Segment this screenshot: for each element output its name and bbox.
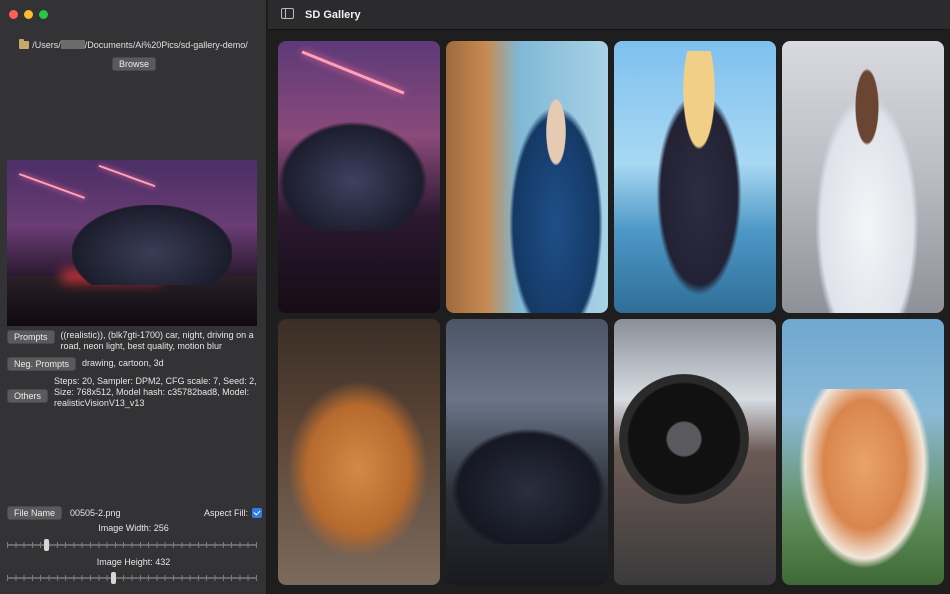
gallery-image-car-neon[interactable] — [278, 41, 440, 313]
car — [72, 205, 232, 285]
gallery-image-car-wheel[interactable] — [614, 319, 776, 585]
sidebar: /Users/ /Documents/Ai%20Pics/sd-gallery-d… — [0, 0, 267, 594]
gallery-image-orange-kitten[interactable] — [278, 319, 440, 585]
image-width-slider[interactable] — [7, 539, 257, 551]
neg-prompts-text: drawing, cartoon, 3d — [82, 358, 164, 368]
sidebar-toggle-icon[interactable] — [281, 8, 294, 19]
image-width-label: Image Width: 256 — [98, 523, 169, 533]
gallery-image-car-dark[interactable] — [446, 319, 608, 585]
neon-streak — [18, 173, 86, 199]
others-button[interactable]: Others — [7, 389, 49, 403]
close-window-button[interactable] — [9, 10, 18, 19]
others-row: Others Steps: 20, Sampler: DPM2, CFG sca… — [7, 376, 262, 409]
prompts-button[interactable]: Prompts — [7, 330, 55, 344]
prompts-text: ((realistic)), (blk7gti-1700) car, night… — [60, 330, 254, 351]
neg-prompts-button[interactable]: Neg. Prompts — [7, 357, 77, 371]
aspect-fill-label: Aspect Fill: — [203, 508, 248, 518]
gallery-image-kitten-garden[interactable] — [782, 319, 944, 585]
prompts-row: Prompts ((realistic)), (blk7gti-1700) ca… — [7, 330, 262, 352]
path-suffix: /Documents/Ai%20Pics/sd-gallery-demo/ — [84, 40, 248, 50]
app-title: SD Gallery — [305, 9, 361, 21]
others-text: Steps: 20, Sampler: DPM2, CFG scale: 7, … — [54, 376, 257, 408]
slider-ticks — [7, 575, 257, 581]
gallery-image-anime-girl[interactable] — [614, 41, 776, 313]
image-height-label: Image Height: 432 — [96, 557, 171, 567]
path-prefix: /Users/ — [32, 40, 61, 50]
title-bar: SD Gallery — [268, 0, 950, 30]
minimize-window-button[interactable] — [24, 10, 33, 19]
image-height-slider[interactable] — [7, 572, 257, 584]
zoom-window-button[interactable] — [39, 10, 48, 19]
neon-streak — [98, 164, 156, 188]
neg-prompts-row: Neg. Prompts drawing, cartoon, 3d — [7, 357, 262, 371]
gallery-image-woman-dress[interactable] — [782, 41, 944, 313]
slider-thumb[interactable] — [111, 572, 116, 584]
browse-button[interactable]: Browse — [112, 57, 157, 71]
folder-icon — [19, 39, 30, 49]
file-name-button[interactable]: File Name — [7, 506, 63, 520]
aspect-fill: Aspect Fill: — [204, 508, 262, 518]
file-name-value: 00505-2.png — [70, 508, 121, 518]
window-controls — [9, 10, 48, 19]
aspect-fill-checkbox[interactable] — [252, 508, 262, 518]
image-gallery — [278, 41, 944, 587]
gallery-image-old-man[interactable] — [446, 41, 608, 313]
slider-thumb[interactable] — [44, 539, 49, 551]
folder-path: /Users/ /Documents/Ai%20Pics/sd-gallery-d… — [0, 39, 267, 50]
selected-image-preview — [7, 160, 257, 326]
redacted-username — [60, 40, 85, 49]
file-name-row: File Name 00505-2.png Aspect Fill: — [7, 506, 262, 520]
